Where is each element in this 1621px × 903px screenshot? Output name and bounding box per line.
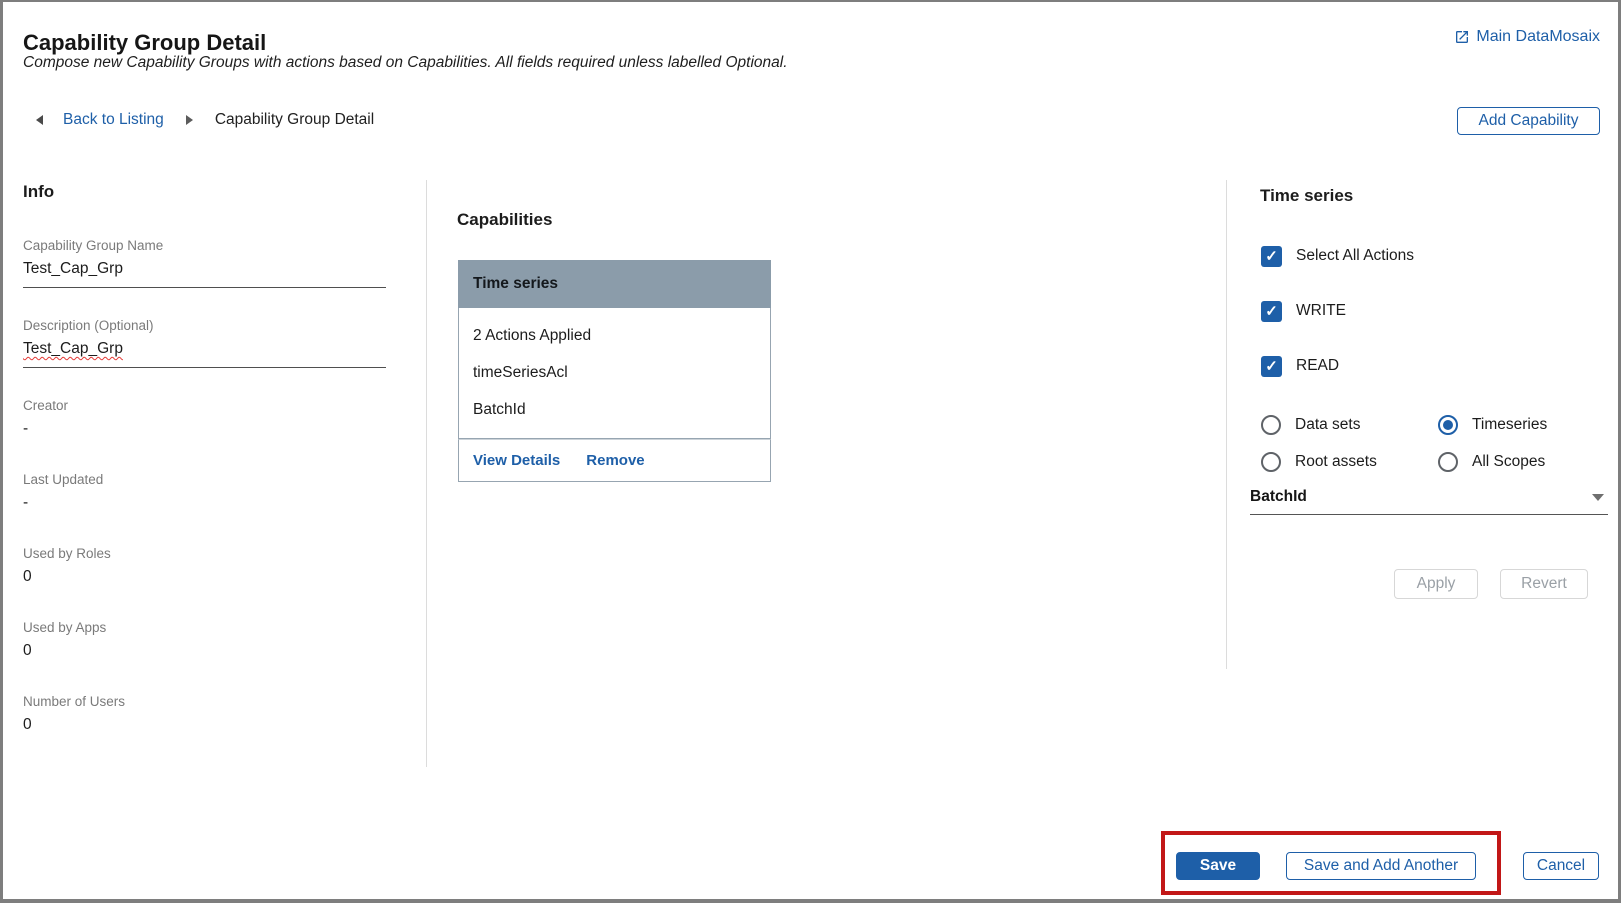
page-subtitle: Compose new Capability Groups with actio…	[23, 54, 788, 72]
capability-card-footer: View Details Remove	[458, 439, 771, 482]
timeseries-heading: Time series	[1260, 186, 1353, 206]
all-scopes-radio-row[interactable]: All Scopes	[1438, 451, 1547, 472]
write-label: WRITE	[1296, 302, 1346, 320]
description-input[interactable]: Test_Cap_Grp	[23, 339, 386, 368]
main-datamosaix-link[interactable]: Main DataMosaix	[1454, 28, 1600, 46]
remove-link[interactable]: Remove	[586, 452, 644, 469]
capability-group-detail-page: Capability Group Detail Compose new Capa…	[0, 0, 1621, 903]
data-sets-radio[interactable]	[1261, 415, 1281, 435]
field-label: Used by Roles	[23, 546, 386, 561]
apply-revert-row: Apply Revert	[1394, 569, 1588, 599]
field-label: Used by Apps	[23, 620, 386, 635]
field-label: Creator	[23, 398, 386, 413]
actions-applied-text: 2 Actions Applied	[473, 317, 756, 354]
scope-select-value: BatchId	[1250, 488, 1307, 506]
creator-value: -	[23, 419, 386, 439]
description-field[interactable]: Description (Optional) Test_Cap_Grp	[23, 318, 386, 368]
creator-field: Creator -	[23, 398, 386, 439]
capability-scope-text: BatchId	[473, 391, 756, 428]
cancel-button[interactable]: Cancel	[1523, 852, 1599, 880]
root-assets-radio-row[interactable]: Root assets	[1261, 451, 1438, 472]
all-scopes-label: All Scopes	[1472, 453, 1545, 471]
last-updated-field: Last Updated -	[23, 472, 386, 513]
divider-info-capabilities	[426, 180, 427, 767]
info-panel: Info Capability Group Name Test_Cap_Grp …	[23, 182, 386, 768]
field-label: Description (Optional)	[23, 318, 386, 333]
breadcrumb-separator-icon	[186, 115, 193, 125]
read-row[interactable]: READ	[1261, 355, 1414, 377]
description-value: Test_Cap_Grp	[23, 340, 123, 357]
write-row[interactable]: WRITE	[1261, 300, 1414, 322]
field-label: Capability Group Name	[23, 238, 386, 253]
capability-acl-text: timeSeriesAcl	[473, 354, 756, 391]
data-sets-radio-row[interactable]: Data sets	[1261, 414, 1438, 435]
view-details-link[interactable]: View Details	[473, 452, 560, 469]
capabilities-heading: Capabilities	[457, 210, 552, 230]
external-link-icon	[1454, 29, 1470, 45]
scope-radio-group: Data sets Timeseries Root assets All Sco…	[1261, 414, 1547, 472]
chevron-down-icon	[1592, 494, 1604, 501]
all-scopes-radio[interactable]	[1438, 452, 1458, 472]
actions-checkbox-group: Select All Actions WRITE READ	[1261, 245, 1414, 410]
data-sets-label: Data sets	[1295, 416, 1360, 434]
save-button[interactable]: Save	[1176, 852, 1260, 880]
apply-button[interactable]: Apply	[1394, 569, 1478, 599]
read-label: READ	[1296, 357, 1339, 375]
main-datamosaix-label: Main DataMosaix	[1476, 28, 1600, 46]
number-of-users-field: Number of Users 0	[23, 694, 386, 735]
back-arrow-icon[interactable]	[36, 115, 43, 125]
field-label: Number of Users	[23, 694, 386, 709]
divider-capabilities-editor	[1226, 180, 1227, 669]
used-by-apps-field: Used by Apps 0	[23, 620, 386, 661]
timeseries-label: Timeseries	[1472, 416, 1547, 434]
number-of-users-value: 0	[23, 715, 386, 735]
revert-button[interactable]: Revert	[1500, 569, 1588, 599]
select-all-actions-label: Select All Actions	[1296, 247, 1414, 265]
used-by-roles-field: Used by Roles 0	[23, 546, 386, 587]
write-checkbox[interactable]	[1261, 301, 1282, 322]
capability-card: Time series 2 Actions Applied timeSeries…	[458, 260, 771, 482]
root-assets-label: Root assets	[1295, 453, 1377, 471]
select-all-actions-row[interactable]: Select All Actions	[1261, 245, 1414, 267]
select-all-actions-checkbox[interactable]	[1261, 246, 1282, 267]
info-heading: Info	[23, 182, 386, 202]
read-checkbox[interactable]	[1261, 356, 1282, 377]
page-title: Capability Group Detail	[23, 30, 266, 56]
back-to-listing-link[interactable]: Back to Listing	[63, 111, 164, 129]
field-label: Last Updated	[23, 472, 386, 487]
save-and-add-another-button[interactable]: Save and Add Another	[1286, 852, 1476, 880]
root-assets-radio[interactable]	[1261, 452, 1281, 472]
breadcrumb: Back to Listing Capability Group Detail	[36, 111, 374, 129]
capability-card-title: Time series	[458, 260, 771, 308]
capability-group-name-input[interactable]: Test_Cap_Grp	[23, 259, 386, 288]
last-updated-value: -	[23, 493, 386, 513]
breadcrumb-current: Capability Group Detail	[215, 111, 374, 129]
used-by-roles-value: 0	[23, 567, 386, 587]
timeseries-radio[interactable]	[1438, 415, 1458, 435]
capability-group-name-field[interactable]: Capability Group Name Test_Cap_Grp	[23, 238, 386, 288]
used-by-apps-value: 0	[23, 641, 386, 661]
timeseries-radio-row[interactable]: Timeseries	[1438, 414, 1547, 435]
scope-select-dropdown[interactable]: BatchId	[1250, 488, 1608, 515]
add-capability-button[interactable]: Add Capability	[1457, 107, 1600, 135]
capability-card-body: 2 Actions Applied timeSeriesAcl BatchId	[458, 308, 771, 439]
